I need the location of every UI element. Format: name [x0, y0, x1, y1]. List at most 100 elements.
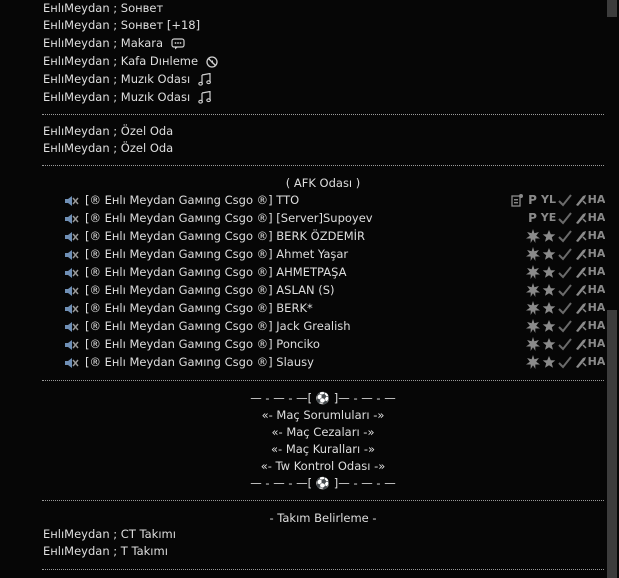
check-icon [557, 301, 572, 316]
afk-user-row[interactable]: [® Eнlı Meydan Gaмıng Csgo ®] Slausy HA [63, 353, 608, 371]
check-icon [557, 193, 572, 208]
ye-badge: YE [540, 211, 557, 224]
channel-tree: EнlıMeydan ; Sонвет EнlıMeydan ; Sонвет … [0, 0, 605, 578]
empty-badge-slot [509, 211, 524, 226]
afk-user-row[interactable]: [® Eнlı Meydan Gaмıng Csgo ®] Ponciko HA [63, 335, 608, 353]
burst-icon [525, 265, 540, 280]
check-icon [557, 265, 572, 280]
channel-sohbet[interactable]: EнlıMeydan ; Sонвет [43, 0, 163, 17]
p-badge: P [528, 211, 537, 225]
channel-label: EнlıMeydan ; T Takımı [43, 544, 168, 558]
user-badges: HA [525, 227, 606, 245]
channel-label: EнlıMeydan ; Muzık Odası [43, 90, 191, 104]
channel-label: «- Maç Cezaları -» [271, 425, 375, 439]
ha-badge: HA [587, 301, 606, 314]
user-badges: HA [525, 353, 605, 371]
speaker-muted-icon [65, 303, 79, 314]
ha-badge: HA [587, 265, 606, 278]
channel-label: «- Maç Kuralları -» [270, 442, 376, 456]
channel-ct-takimi[interactable]: EнlıMeydan ; CT Takımı [43, 526, 176, 543]
spacer-divider [42, 500, 604, 501]
ha-badge: HA [587, 211, 606, 224]
user-badges: P YL HA [509, 191, 605, 209]
team-title-label: - Takım Belirleme - [269, 511, 377, 525]
speaker-muted-icon [65, 339, 79, 350]
knife-icon [573, 247, 588, 262]
speaker-muted-icon [65, 213, 79, 224]
channel-label: EнlıMeydan ; Makara [43, 36, 164, 50]
knife-icon [573, 229, 588, 244]
burst-icon [525, 247, 540, 262]
document-icon [509, 193, 524, 208]
star-icon [541, 337, 556, 352]
user-name: [® Eнlı Meydan Gaмıng Csgo ®] Slausy [85, 355, 314, 369]
afk-user-row[interactable]: [® Eнlı Meydan Gaмıng Csgo ®] [Server]Su… [63, 209, 608, 227]
spacer-divider [42, 380, 604, 381]
channel-label: EнlıMeydan ; Muzık Odası [43, 72, 191, 86]
match-divider-bottom[interactable]: — - — - —[ ⚽ ]— - — - — [42, 475, 604, 492]
user-name: [® Eнlı Meydan Gaмıng Csgo ®] Jack Greal… [85, 319, 351, 333]
knife-icon [573, 193, 588, 208]
speaker-muted-icon [65, 357, 79, 368]
channel-label: EнlıMeydan ; Kafa Dıнleme [43, 54, 199, 68]
ha-badge: HA [587, 229, 606, 242]
channel-label: EнlıMeydan ; Sонвет [43, 1, 164, 15]
channel-t-takimi[interactable]: EнlıMeydan ; T Takımı [43, 543, 168, 560]
channel-mac-sorumlulari[interactable]: «- Maç Sorumluları -» [42, 407, 604, 424]
ha-badge: HA [587, 337, 606, 350]
channel-label: EнlıMeydan ; Özel Oda [43, 141, 174, 155]
knife-icon [573, 211, 588, 226]
star-icon [541, 301, 556, 316]
speaker-muted-icon [65, 321, 79, 332]
channel-mac-cezalari[interactable]: «- Maç Cezaları -» [42, 424, 604, 441]
star-icon [541, 265, 556, 280]
afk-room-title[interactable]: ( AFK Odası ) [42, 175, 604, 192]
afk-user-row[interactable]: [® Eнlı Meydan Gaмıng Csgo ®] BERK ÖZDEM… [63, 227, 608, 245]
channel-sohbet-18[interactable]: EнlıMeydan ; Sонвет [+18] [43, 17, 200, 34]
user-badges: HA [525, 317, 605, 335]
channel-kafa-dinleme[interactable]: EнlıMeydan ; Kafa Dıнleme [43, 53, 218, 70]
afk-user-row[interactable]: [® Eнlı Meydan Gaмıng Csgo ®] AHMETPAŞA H… [63, 263, 608, 281]
ha-badge: HA [587, 247, 606, 260]
channel-muzik-odasi-2[interactable]: EнlıMeydan ; Muzık Odası [43, 89, 212, 106]
burst-icon [525, 283, 540, 298]
user-badges: HA [525, 263, 606, 281]
afk-user-row[interactable]: [® Eнlı Meydan Gaмıng Csgo ®] BERK* HA [63, 299, 608, 317]
speaker-muted-icon [65, 195, 79, 206]
knife-icon [573, 337, 588, 352]
star-icon [541, 247, 556, 262]
check-icon [557, 355, 572, 370]
channel-muzik-odasi-1[interactable]: EнlıMeydan ; Muzık Odası [43, 71, 212, 88]
channel-label: EнlıMeydan ; Sонвет [+18] [43, 18, 201, 32]
check-icon [557, 247, 572, 262]
team-section-title[interactable]: - Takım Belirleme - [42, 510, 604, 527]
no-sound-icon [206, 55, 218, 68]
afk-user-row[interactable]: [® Eнlı Meydan Gaмıng Csgo ®] ASLAN (S) H… [63, 281, 608, 299]
channel-label: «- Maç Sorumluları -» [261, 408, 385, 422]
channel-ozel-oda-1[interactable]: EнlıMeydan ; Özel Oda [43, 123, 173, 140]
user-badges: HA [525, 335, 606, 353]
p-badge: P [528, 193, 537, 207]
speaker-muted-icon [65, 231, 79, 242]
afk-user-row[interactable]: [® Eнlı Meydan Gaмıng Csgo ®] Jack Greal… [63, 317, 608, 335]
music-note-icon [198, 91, 211, 104]
burst-icon [525, 355, 540, 370]
user-badges: HA [525, 299, 606, 317]
user-name: [® Eнlı Meydan Gaмıng Csgo ®] [Server]Su… [85, 211, 373, 225]
channel-tw-kontrol-odasi[interactable]: «- Tw Kontrol Odası -» [42, 458, 604, 475]
afk-user-row[interactable]: [® Eнlı Meydan Gaмıng Csgo ®] TTO P YL HA [63, 191, 608, 209]
channel-label: EнlıMeydan ; CT Takımı [43, 527, 176, 541]
scrollbar[interactable] [605, 0, 619, 578]
star-icon [541, 229, 556, 244]
burst-icon [525, 301, 540, 316]
afk-user-row[interactable]: [® Eнlı Meydan Gaмıng Csgo ®] Ahmet Yaşa… [63, 245, 608, 263]
channel-makara[interactable]: EнlıMeydan ; Makara [43, 35, 185, 52]
match-divider-top[interactable]: — - — - —[ ⚽ ]— - — - — [42, 390, 604, 407]
scrollbar-thumb[interactable] [607, 310, 617, 578]
user-badges: HA [525, 281, 605, 299]
check-icon [557, 211, 572, 226]
channel-mac-kurallari[interactable]: «- Maç Kuralları -» [42, 441, 604, 458]
scrollbar-thumb-top[interactable] [607, 0, 617, 17]
spacer-divider [42, 165, 604, 166]
channel-ozel-oda-2[interactable]: EнlıMeydan ; Özel Oda [43, 140, 173, 157]
